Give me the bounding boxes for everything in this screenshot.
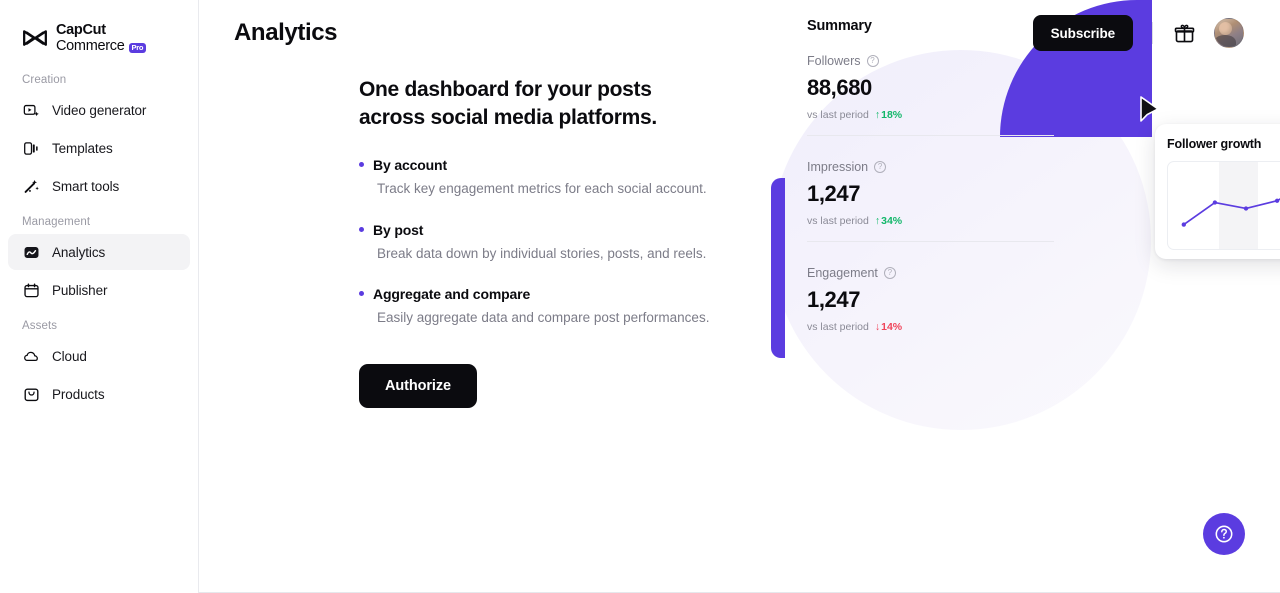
cloud-icon: [22, 347, 40, 365]
feature-item: By post Break data down by individual st…: [359, 222, 759, 264]
metric-compare-label: vs last period: [807, 321, 869, 333]
chart-line-svg: [1181, 198, 1280, 227]
sidebar-item-smart-tools[interactable]: Smart tools: [8, 168, 190, 204]
products-bag-icon: [22, 385, 40, 403]
help-tooltip-icon[interactable]: ?: [874, 161, 887, 173]
capcut-logo-icon: [22, 28, 48, 50]
follower-growth-chart: [1167, 161, 1280, 250]
metric-followers: Followers ? 88,680 vs last period ↑ 18%: [807, 54, 1093, 140]
delta-value: 34%: [881, 215, 903, 227]
chart-data-point: [1181, 222, 1186, 227]
delta-arrow-up-icon: ↑: [874, 109, 881, 121]
feature-description: Easily aggregate data and compare post p…: [377, 309, 710, 325]
bullet-dot-icon: [359, 226, 364, 232]
analytics-illustration: Summary Followers ? 88,680 vs last perio…: [771, 0, 1280, 470]
metric-engagement: Engagement ? 1,247 vs last period ↓ 14%: [807, 246, 1093, 337]
video-generator-icon: [22, 101, 40, 119]
help-tooltip-icon[interactable]: ?: [883, 267, 896, 279]
sidebar-item-label: Smart tools: [52, 178, 120, 194]
sidebar-item-label: Cloud: [52, 348, 87, 364]
metric-label: Engagement: [807, 266, 878, 280]
feature-title: By post: [373, 221, 424, 238]
brand-logo[interactable]: CapCut Commerce Pro: [8, 0, 190, 62]
analytics-icon: [22, 243, 40, 261]
top-bar-actions: Subscribe: [1032, 15, 1244, 51]
sidebar-item-templates[interactable]: Templates: [8, 130, 190, 166]
metric-compare-label: vs last period: [807, 109, 869, 121]
delta-value: 18%: [881, 109, 903, 121]
feature-item: Aggregate and compare Easily aggregate d…: [359, 286, 759, 328]
publisher-calendar-icon: [22, 281, 40, 299]
metric-label: Impression: [807, 160, 869, 174]
decorative-purple-sliver: [771, 178, 785, 358]
sidebar-item-label: Products: [52, 386, 105, 402]
help-button[interactable]: [1203, 513, 1245, 555]
pro-badge: Pro: [128, 42, 147, 53]
metric-delta-badge: ↑ 18%: [875, 109, 902, 121]
metric-value: 1,247: [807, 287, 861, 312]
metric-delta-badge: ↑ 34%: [875, 215, 902, 227]
bullet-dot-icon: [359, 162, 364, 168]
feature-description: Track key engagement metrics for each so…: [377, 181, 707, 197]
metric-delta-badge: ↓ 14%: [875, 321, 902, 333]
sidebar-section-creation: Creation: [22, 74, 67, 86]
app-root: CapCut Commerce Pro Creation Video gener…: [0, 0, 1280, 593]
metric-value: 1,247: [807, 181, 861, 206]
sidebar-item-label: Publisher: [52, 282, 108, 298]
gift-icon[interactable]: [1170, 19, 1198, 47]
sidebar: CapCut Commerce Pro Creation Video gener…: [0, 0, 199, 593]
decorative-light-circle: [771, 50, 1151, 430]
hero-section: One dashboard for your posts across soci…: [199, 66, 759, 409]
delta-value: 14%: [881, 321, 903, 333]
brand-logo-line1: CapCut: [56, 22, 106, 39]
page-title: Analytics: [234, 19, 338, 46]
chart-data-point: [1243, 206, 1249, 211]
metric-value: 88,680: [807, 75, 872, 100]
feature-title: By account: [373, 157, 447, 174]
hero-headline: One dashboard for your posts across soci…: [359, 78, 657, 129]
sidebar-item-products[interactable]: Products: [8, 376, 190, 412]
sidebar-item-label: Video generator: [52, 102, 147, 118]
top-bar: Analytics Subscribe: [199, 0, 1280, 66]
sidebar-section-assets: Assets: [22, 320, 58, 332]
chart-data-point: [1274, 198, 1280, 203]
sidebar-item-label: Templates: [52, 140, 113, 156]
follower-growth-tooltip: Follower growth: [1155, 124, 1280, 259]
templates-icon: [22, 139, 40, 157]
metric-compare-label: vs last period: [807, 215, 869, 227]
mouse-cursor-icon: [1139, 95, 1161, 125]
sidebar-item-video-generator[interactable]: Video generator: [8, 92, 190, 128]
metric-impression: Impression ? 1,247 vs last period ↑ 34%: [807, 140, 1093, 246]
chart-highlight-band: [1218, 162, 1258, 249]
avatar[interactable]: [1214, 18, 1244, 48]
feature-title: Aggregate and compare: [373, 285, 531, 302]
feature-description: Break data down by individual stories, p…: [377, 245, 707, 261]
sidebar-item-publisher[interactable]: Publisher: [8, 272, 190, 308]
authorize-button[interactable]: Authorize: [359, 364, 477, 409]
smart-tools-icon: [22, 177, 40, 195]
chart-data-point: [1212, 200, 1218, 205]
help-question-icon: [1215, 525, 1233, 543]
tooltip-title: Follower growth: [1167, 137, 1262, 151]
delta-arrow-up-icon: ↑: [874, 215, 881, 227]
sidebar-section-management: Management: [22, 216, 91, 228]
sidebar-item-analytics[interactable]: Analytics: [8, 234, 190, 270]
delta-arrow-down-icon: ↓: [874, 321, 881, 333]
subscribe-button[interactable]: Subscribe: [1032, 15, 1133, 51]
bullet-dot-icon: [359, 290, 364, 296]
sidebar-item-cloud[interactable]: Cloud: [8, 338, 190, 374]
sidebar-item-label: Analytics: [52, 244, 106, 260]
metric-divider: [807, 241, 1054, 242]
brand-logo-line2: Commerce: [56, 38, 125, 54]
metric-divider: [807, 135, 1054, 136]
main-content: Analytics Subscribe One dashboard for yo…: [199, 0, 1280, 592]
feature-item: By account Track key engagement metrics …: [359, 157, 759, 199]
top-bar-divider: [1152, 22, 1153, 44]
